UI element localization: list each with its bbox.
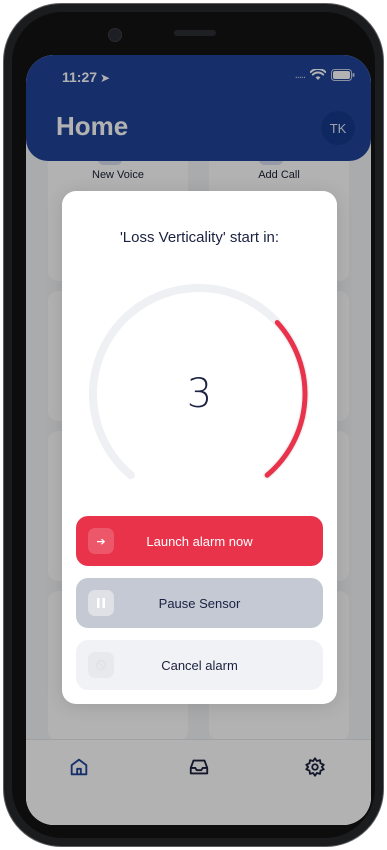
pause-icon [88, 590, 114, 616]
cancel-alarm-label: Cancel alarm [161, 657, 238, 673]
modal-title: 'Loss Verticality' start in: [119, 229, 280, 246]
launch-alarm-label: Launch alarm now [146, 533, 253, 549]
earpiece-speaker [174, 30, 216, 36]
phone-screen: New Voice Add Call 11:27 ➤ ..... Home TK… [26, 55, 371, 825]
countdown-number: 3 [186, 371, 213, 417]
alarm-countdown-modal: 'Loss Verticality' start in: 3 ➔ Launch … [62, 191, 337, 704]
pause-sensor-label: Pause Sensor [158, 595, 241, 611]
cancel-alarm-button[interactable]: Cancel alarm [76, 640, 323, 690]
front-camera [108, 28, 122, 42]
pause-sensor-button[interactable]: Pause Sensor [76, 578, 323, 628]
launch-alarm-button[interactable]: ➔ Launch alarm now [76, 516, 323, 566]
cancel-icon [88, 652, 114, 678]
arrow-right-icon: ➔ [88, 528, 114, 554]
